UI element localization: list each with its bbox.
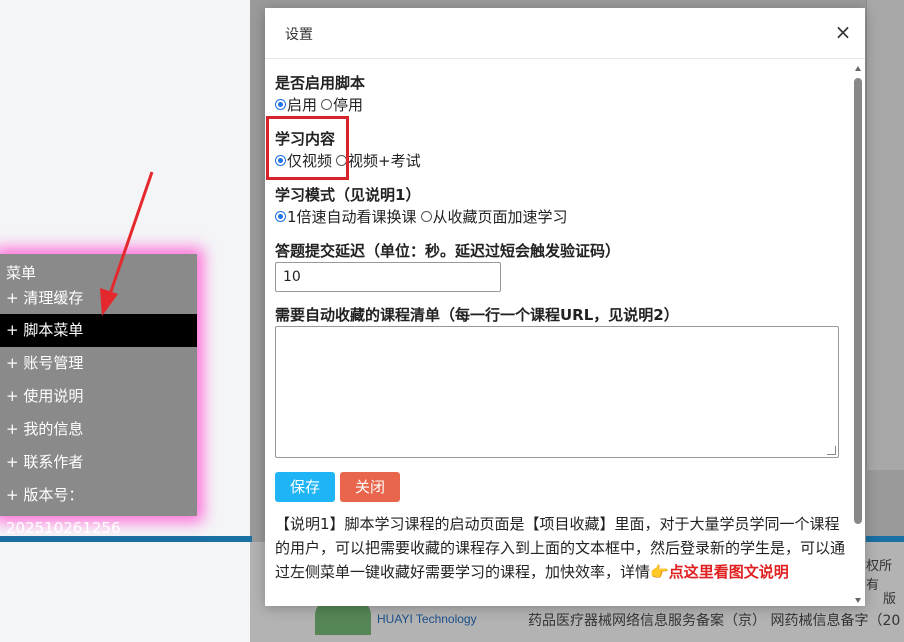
close-button[interactable]: 关闭 <box>340 472 400 502</box>
mode-options: 1倍速自动看课换课 从收藏页面加速学习 <box>275 206 572 227</box>
enable-label: 是否启用脚本 <box>275 74 366 92</box>
delay-input[interactable]: 10 <box>275 262 501 292</box>
course-list-label: 需要自动收藏的课程清单（每一行一个课程URL，见说明2） <box>275 306 679 324</box>
radio-checked-icon[interactable] <box>275 99 286 110</box>
dialog-scrollbar[interactable] <box>853 64 863 606</box>
radio-checked-icon[interactable] <box>275 211 286 222</box>
description-link[interactable]: 点这里看图文说明 <box>669 563 789 581</box>
course-list-textarea[interactable] <box>275 326 839 458</box>
annotation-arrow-icon <box>100 171 154 316</box>
mode-option-auto[interactable]: 1倍速自动看课换课 <box>275 206 417 227</box>
dialog-body: 是否启用脚本 启用 停用 学习内容 仅视频 视频+考试 学习模式（见说明1） 1… <box>275 60 853 606</box>
enable-option-off[interactable]: 停用 <box>321 94 363 115</box>
enable-options: 启用 停用 <box>275 94 367 115</box>
menu-item-my-info[interactable]: + 我的信息 <box>0 413 197 446</box>
close-icon[interactable]: × <box>831 20 855 44</box>
dialog-title: 设置 <box>285 27 313 43</box>
dialog-header: 设置 × <box>265 8 865 59</box>
radio-icon[interactable] <box>420 211 432 222</box>
scroll-down-icon[interactable] <box>855 598 861 603</box>
menu-title: 菜单 <box>6 264 37 282</box>
scroll-thumb[interactable] <box>854 78 862 524</box>
menu-item-instructions[interactable]: + 使用说明 <box>0 380 197 413</box>
highlight-box <box>266 116 349 180</box>
menu-item-account[interactable]: + 账号管理 <box>0 347 197 380</box>
mode-option-favorites[interactable]: 从收藏页面加速学习 <box>420 206 568 227</box>
description-text: 【说明1】脚本学习课程的启动页面是【项目收藏】里面，对于大量学员学同一个课程的用… <box>275 515 846 581</box>
footer-right-text-2: 版 <box>883 592 897 607</box>
save-button[interactable]: 保存 <box>275 472 335 502</box>
right-panel <box>866 0 904 470</box>
scroll-up-icon[interactable] <box>855 66 861 71</box>
pointing-hand-icon: 👉 <box>650 563 669 581</box>
logo-text: HUAYI Technology <box>377 612 477 626</box>
radio-icon[interactable] <box>321 99 333 110</box>
settings-dialog: 设置 × 是否启用脚本 启用 停用 学习内容 仅视频 视频+考试 学习模式（见说… <box>265 8 865 606</box>
delay-label: 答题提交延迟（单位：秒。延迟过短会触发验证码） <box>275 242 621 260</box>
mode-label: 学习模式（见说明1） <box>275 186 421 204</box>
menu-item-contact[interactable]: + 联系作者 <box>0 446 197 479</box>
enable-option-on[interactable]: 启用 <box>275 94 317 115</box>
resize-handle-icon[interactable] <box>827 446 836 455</box>
menu-item-version[interactable]: + 版本号：202510261256 <box>0 479 197 537</box>
footer-text: 药品医疗器械网络信息服务备案（京） 网药械信息备字（20 <box>528 613 901 629</box>
